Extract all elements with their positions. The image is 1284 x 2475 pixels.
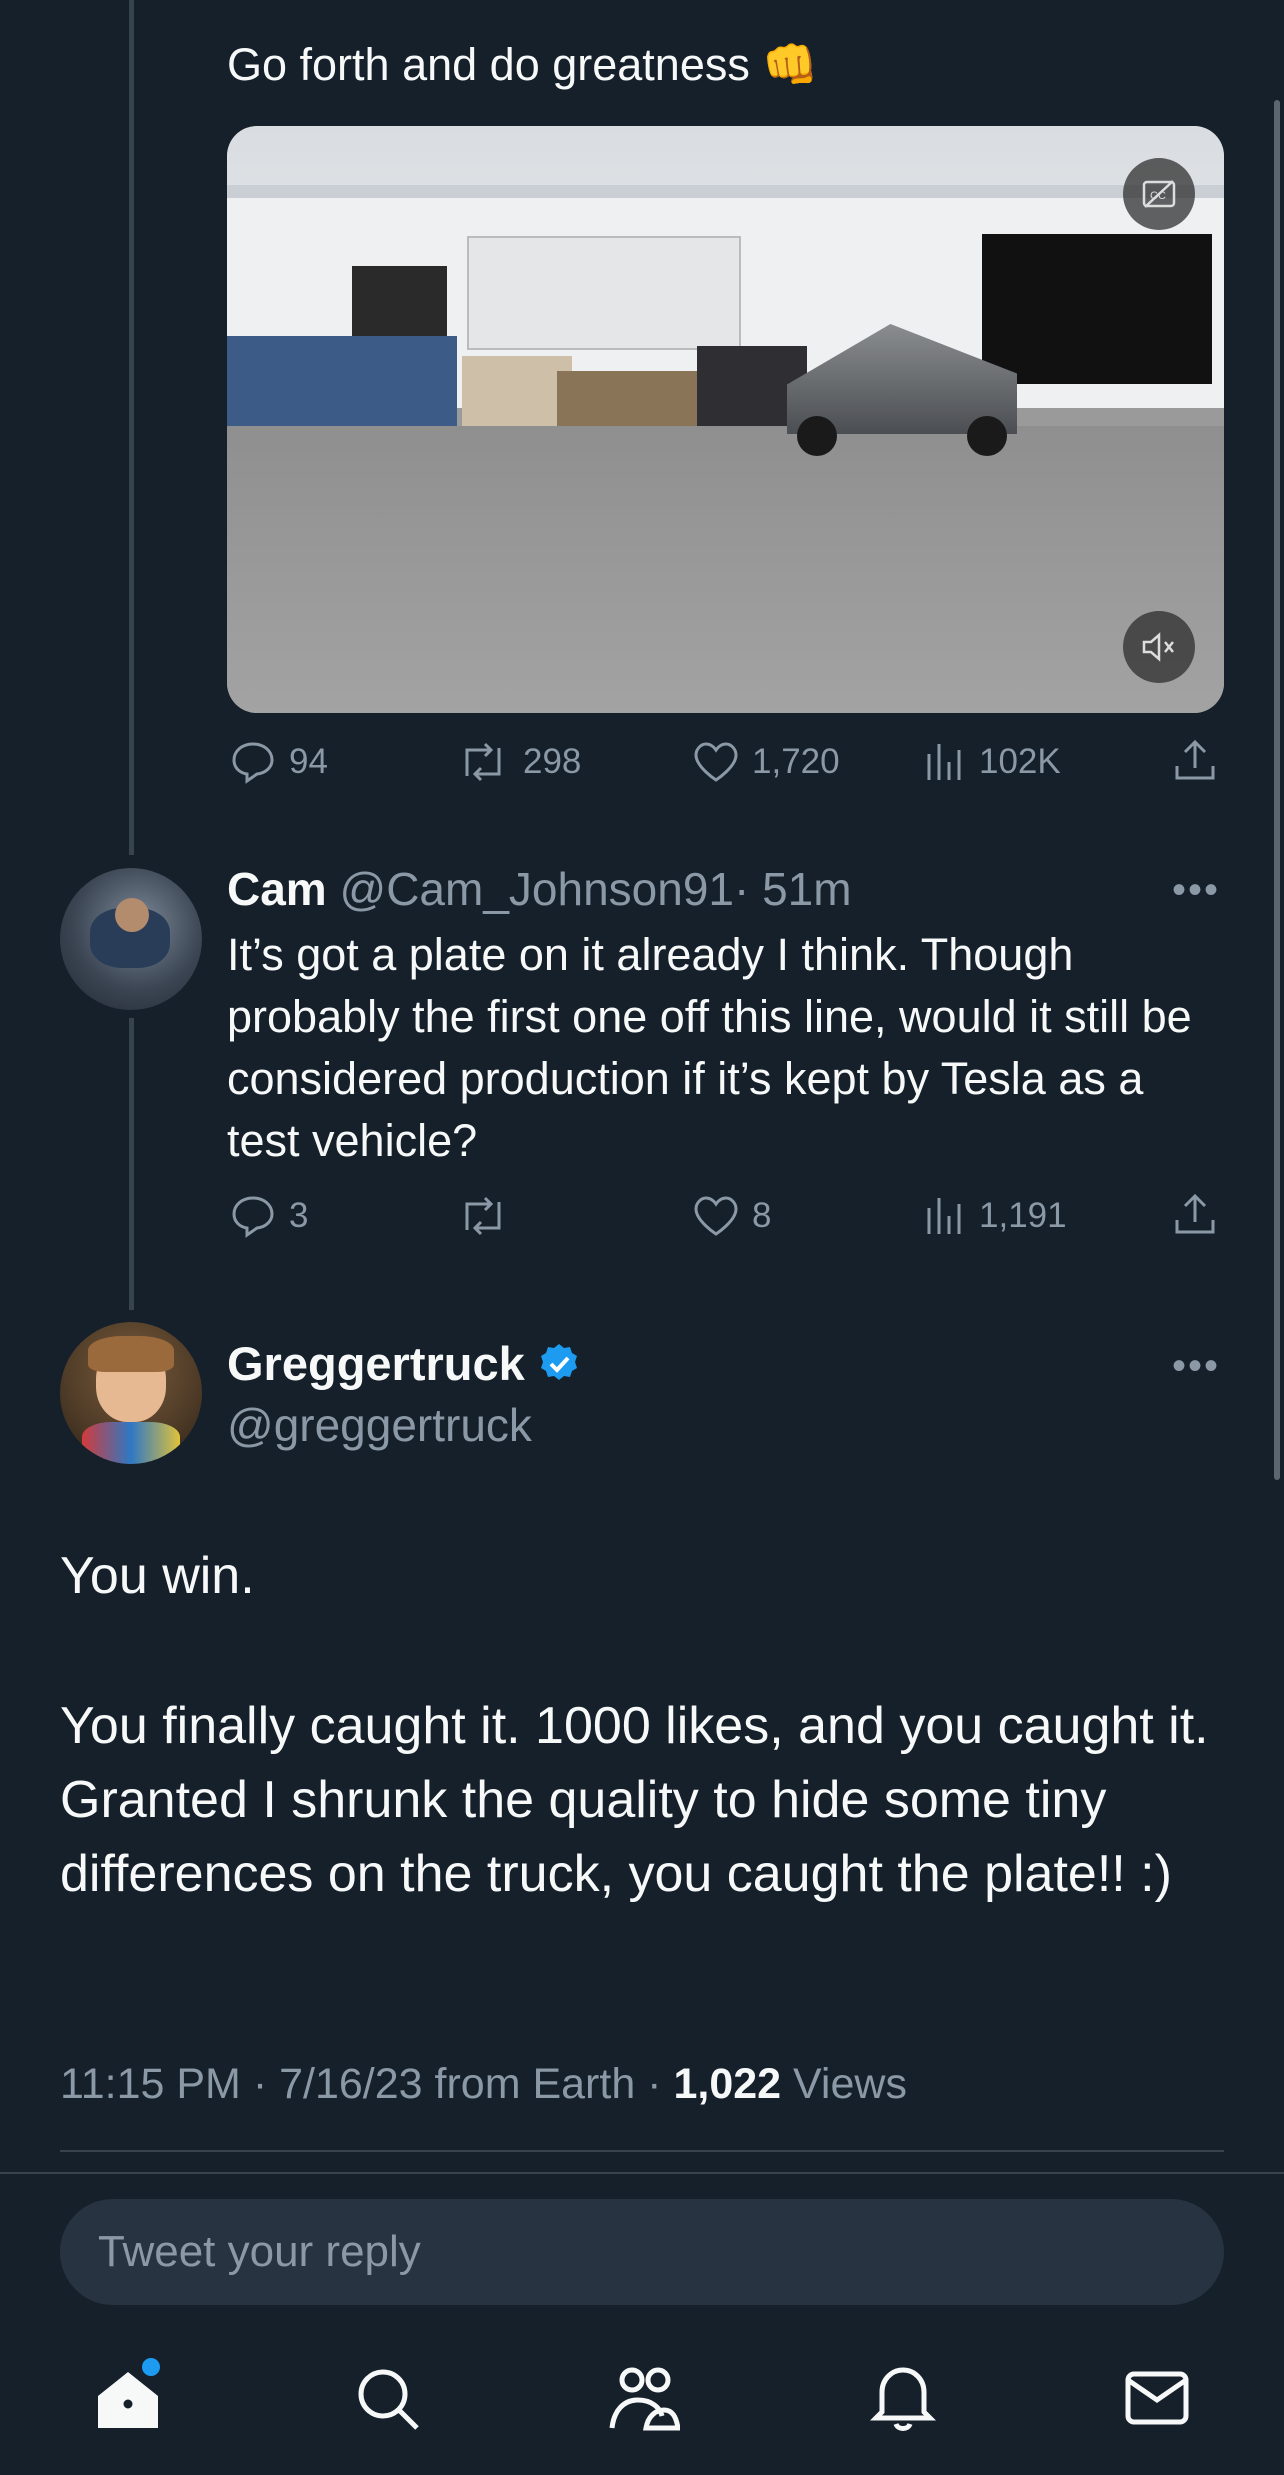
tweet-video[interactable]: CC	[227, 126, 1224, 713]
views-button[interactable]: 102K	[925, 740, 1061, 784]
like-button[interactable]: 8	[692, 1194, 771, 1238]
video-pallet	[227, 336, 457, 426]
share-icon	[1175, 1193, 1215, 1234]
thread-line-top	[129, 0, 134, 855]
tweet-text-body: You finally caught it. 1000 likes, and y…	[60, 1697, 1209, 1903]
analytics-icon	[927, 1198, 961, 1234]
views-label: Views	[793, 2060, 907, 2108]
tweet-time: · 51m	[733, 863, 852, 915]
heart-icon	[694, 742, 738, 782]
share-icon	[1175, 739, 1215, 780]
home-icon[interactable]	[92, 2358, 164, 2437]
reply-count: 94	[289, 742, 328, 781]
divider	[60, 2150, 1224, 2152]
reply-header: Cam @Cam_Johnson91· 51m	[227, 862, 852, 916]
heart-icon	[694, 1196, 738, 1236]
reply-count: 3	[289, 1196, 309, 1235]
avatar[interactable]	[60, 1322, 202, 1464]
analytics-icon	[927, 744, 961, 780]
thread-line-mid	[129, 1018, 134, 1310]
retweet-button[interactable]: 298	[455, 740, 581, 784]
tweet-meta: 11:15 PM · 7/16/23 from Earth · 1,022 Vi…	[60, 2060, 907, 2108]
author-handle[interactable]: @Cam_Johnson91	[340, 863, 734, 915]
tweet-date[interactable]: 7/16/23 from Earth	[279, 2060, 635, 2108]
reply-button[interactable]: 3	[229, 1194, 308, 1238]
tweet-text-line1: You win.	[60, 1547, 255, 1605]
views-count: 1,022	[673, 2060, 782, 2108]
tweet-time[interactable]: 11:15 PM	[60, 2060, 241, 2108]
video-wheel	[797, 416, 837, 456]
avatar[interactable]	[60, 868, 202, 1010]
notifications-icon[interactable]	[869, 2362, 937, 2439]
reply-input[interactable]: Tweet your reply	[60, 2199, 1224, 2305]
reply-text: It’s got a plate on it already I think. …	[227, 929, 1192, 1166]
mute-icon[interactable]	[1123, 611, 1195, 683]
author-name[interactable]: Cam	[227, 863, 327, 915]
video-door	[982, 234, 1212, 384]
video-wheel	[967, 416, 1007, 456]
video-pallet	[557, 371, 697, 426]
reply-icon	[232, 742, 274, 784]
like-button[interactable]: 1,720	[692, 740, 840, 784]
prev-tweet-text: Go forth and do greatness 👊	[227, 39, 819, 90]
share-button[interactable]	[1172, 738, 1218, 784]
like-count: 8	[752, 1196, 772, 1235]
retweet-icon	[465, 742, 501, 782]
messages-icon[interactable]	[1124, 2370, 1190, 2431]
verified-badge-icon	[540, 1343, 577, 1380]
retweet-count: 298	[523, 742, 582, 781]
divider	[0, 2172, 1284, 2174]
views-button[interactable]: 1,191	[925, 1194, 1067, 1238]
video-pallet	[462, 356, 572, 426]
share-button[interactable]	[1172, 1192, 1218, 1238]
scrollbar[interactable]	[1274, 100, 1280, 1480]
search-icon[interactable]	[355, 2366, 421, 2437]
author-handle[interactable]: @greggertruck	[227, 1398, 532, 1452]
views-count: 102K	[979, 742, 1061, 781]
retweet-button[interactable]	[455, 1194, 523, 1238]
captions-off-icon[interactable]: CC	[1123, 158, 1195, 230]
more-options-icon[interactable]: •••	[1172, 1346, 1220, 1386]
views-count: 1,191	[979, 1196, 1067, 1235]
reply-button[interactable]: 94	[229, 740, 328, 784]
communities-icon[interactable]	[608, 2366, 681, 2437]
video-ground	[227, 426, 1224, 713]
like-count: 1,720	[752, 742, 840, 781]
more-options-icon[interactable]: •••	[1172, 870, 1220, 910]
author-name[interactable]: Greggertruck	[227, 1336, 525, 1391]
retweet-icon	[465, 1196, 501, 1236]
reply-icon	[232, 1196, 274, 1238]
author-row: Greggertruck	[227, 1336, 581, 1391]
notification-dot	[142, 2358, 160, 2376]
video-door	[352, 266, 447, 336]
video-trailer	[467, 236, 741, 350]
reply-placeholder: Tweet your reply	[98, 2227, 421, 2276]
